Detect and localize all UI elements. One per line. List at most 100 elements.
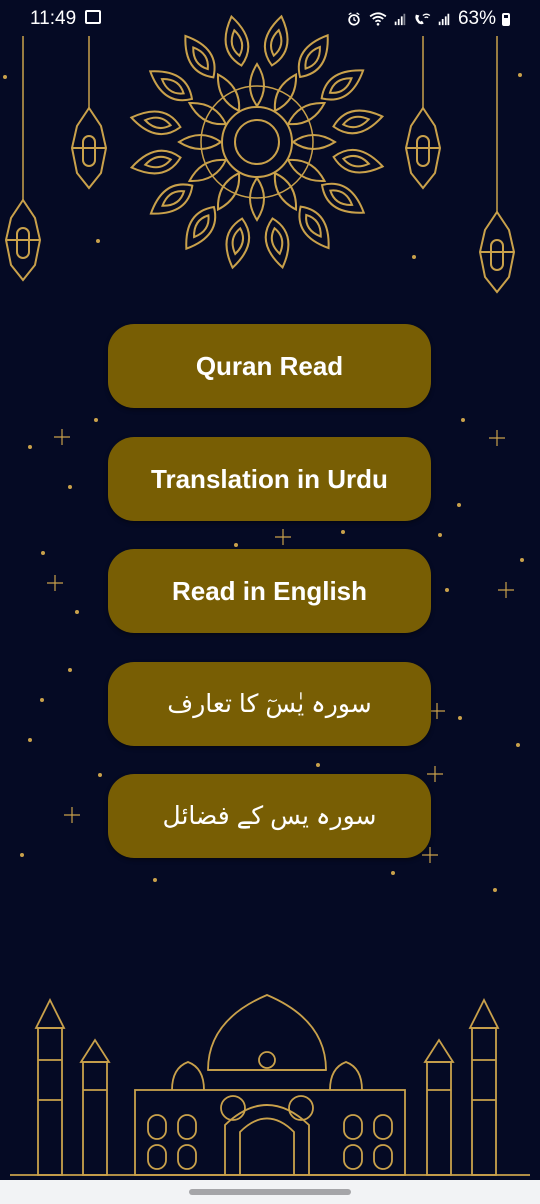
mandala-petal xyxy=(129,110,182,136)
star-dot xyxy=(96,239,100,243)
sparkle-icon xyxy=(275,529,291,545)
mosque-illustration xyxy=(10,994,530,1176)
mandala-petal xyxy=(187,158,228,183)
star-dot xyxy=(391,871,395,875)
battery-icon xyxy=(502,12,510,26)
mandala-petal xyxy=(270,226,284,256)
mandala-petal xyxy=(231,226,245,256)
quran-read-button[interactable]: Quran Read xyxy=(108,324,431,408)
star-dot xyxy=(20,853,24,857)
mandala-petal xyxy=(193,214,210,239)
star-dot xyxy=(316,763,320,767)
lantern-ornament xyxy=(404,106,442,190)
mandala-petal xyxy=(341,115,371,129)
mandala-petal xyxy=(216,72,241,113)
star-dot xyxy=(493,888,497,892)
home-gesture-handle[interactable] xyxy=(189,1189,351,1195)
star-dot xyxy=(461,418,465,422)
sparkle-icon xyxy=(429,703,445,719)
star-dot xyxy=(28,445,32,449)
translation-urdu-button[interactable]: Translation in Urdu xyxy=(108,437,431,521)
surah-yasin-introduction-button[interactable]: سورہ یٰسٓ کا تعارف xyxy=(108,662,431,746)
mandala-petal xyxy=(184,34,216,79)
star-dot xyxy=(234,543,238,547)
lantern-ornament xyxy=(478,210,516,294)
mandala-petal xyxy=(161,190,186,207)
sparkle-icon xyxy=(489,430,505,446)
wifi-calling-icon xyxy=(415,13,431,25)
star-dot xyxy=(341,530,345,534)
mandala-petal xyxy=(320,69,365,101)
mandala-petal xyxy=(286,158,327,183)
sparkle-icon xyxy=(422,847,438,863)
star-dot xyxy=(75,610,79,614)
status-icons: 63% xyxy=(346,8,510,30)
mandala-petal xyxy=(177,134,223,150)
mandala-petal xyxy=(187,101,228,126)
star-dot xyxy=(516,743,520,747)
mandala-petal xyxy=(297,33,329,79)
mandala-ornament xyxy=(129,14,385,270)
mandala-petal xyxy=(149,183,194,215)
mandala-petal xyxy=(225,217,251,270)
mandala-petal xyxy=(160,78,185,95)
signal-icon xyxy=(438,13,450,26)
star-dot xyxy=(457,503,461,507)
mandala-petal xyxy=(148,70,194,102)
mandala-petal xyxy=(249,176,265,222)
star-dot xyxy=(412,255,416,259)
star-dot xyxy=(68,485,72,489)
mandala-petal xyxy=(332,148,385,174)
alarm-icon xyxy=(348,12,360,26)
mandala-petal xyxy=(216,171,241,212)
mandala-petal xyxy=(286,101,327,126)
sparkle-icon xyxy=(47,575,63,591)
mandala-petal xyxy=(143,155,173,169)
mandala-petal xyxy=(249,62,265,108)
mandala-petal xyxy=(305,213,322,238)
lantern-ornament xyxy=(4,198,42,282)
star-dot xyxy=(40,698,44,702)
mandala-petal xyxy=(129,149,182,175)
status-bar: 11:49 63% xyxy=(0,0,540,36)
mandala-petal xyxy=(273,171,298,212)
mandala-petal xyxy=(320,182,366,214)
mandala-petal xyxy=(332,109,385,135)
star-dot xyxy=(94,418,98,422)
wifi-icon xyxy=(369,12,387,26)
navigation-bar xyxy=(0,1180,540,1204)
sparkle-icon xyxy=(498,582,514,598)
sparkle-icon xyxy=(54,429,70,445)
sparkle-icon xyxy=(427,766,443,782)
signal-icon xyxy=(394,13,406,26)
star-dot xyxy=(41,551,45,555)
mandala-petal xyxy=(341,154,371,168)
star-dot xyxy=(153,878,157,882)
star-dot xyxy=(68,668,72,672)
star-dot xyxy=(520,558,524,562)
mandala-petal xyxy=(264,217,290,270)
mandala-petal xyxy=(273,72,298,113)
read-english-button[interactable]: Read in English xyxy=(108,549,431,633)
star-dot xyxy=(445,588,449,592)
star-dot xyxy=(518,73,522,77)
star-dot xyxy=(98,773,102,777)
star-dot xyxy=(458,716,462,720)
status-time: 11:49 xyxy=(30,8,77,29)
sparkle-icon xyxy=(64,807,80,823)
star-dot xyxy=(28,738,32,742)
mandala-petal xyxy=(298,205,330,250)
surah-yasin-virtues-button[interactable]: سورہ یس کے فضائل xyxy=(108,774,431,858)
mandala-petal xyxy=(143,116,173,130)
image-icon xyxy=(85,10,101,24)
star-dot xyxy=(438,533,442,537)
mandala-petal xyxy=(192,46,209,71)
mandala-petal xyxy=(328,77,353,94)
mandala-petal xyxy=(291,134,337,150)
star-dot xyxy=(3,75,7,79)
lantern-ornament xyxy=(70,106,108,190)
mandala-petal xyxy=(329,189,354,206)
mandala-petal xyxy=(304,45,321,70)
mandala-petal xyxy=(185,205,217,251)
battery-percentage: 63% xyxy=(457,8,496,29)
